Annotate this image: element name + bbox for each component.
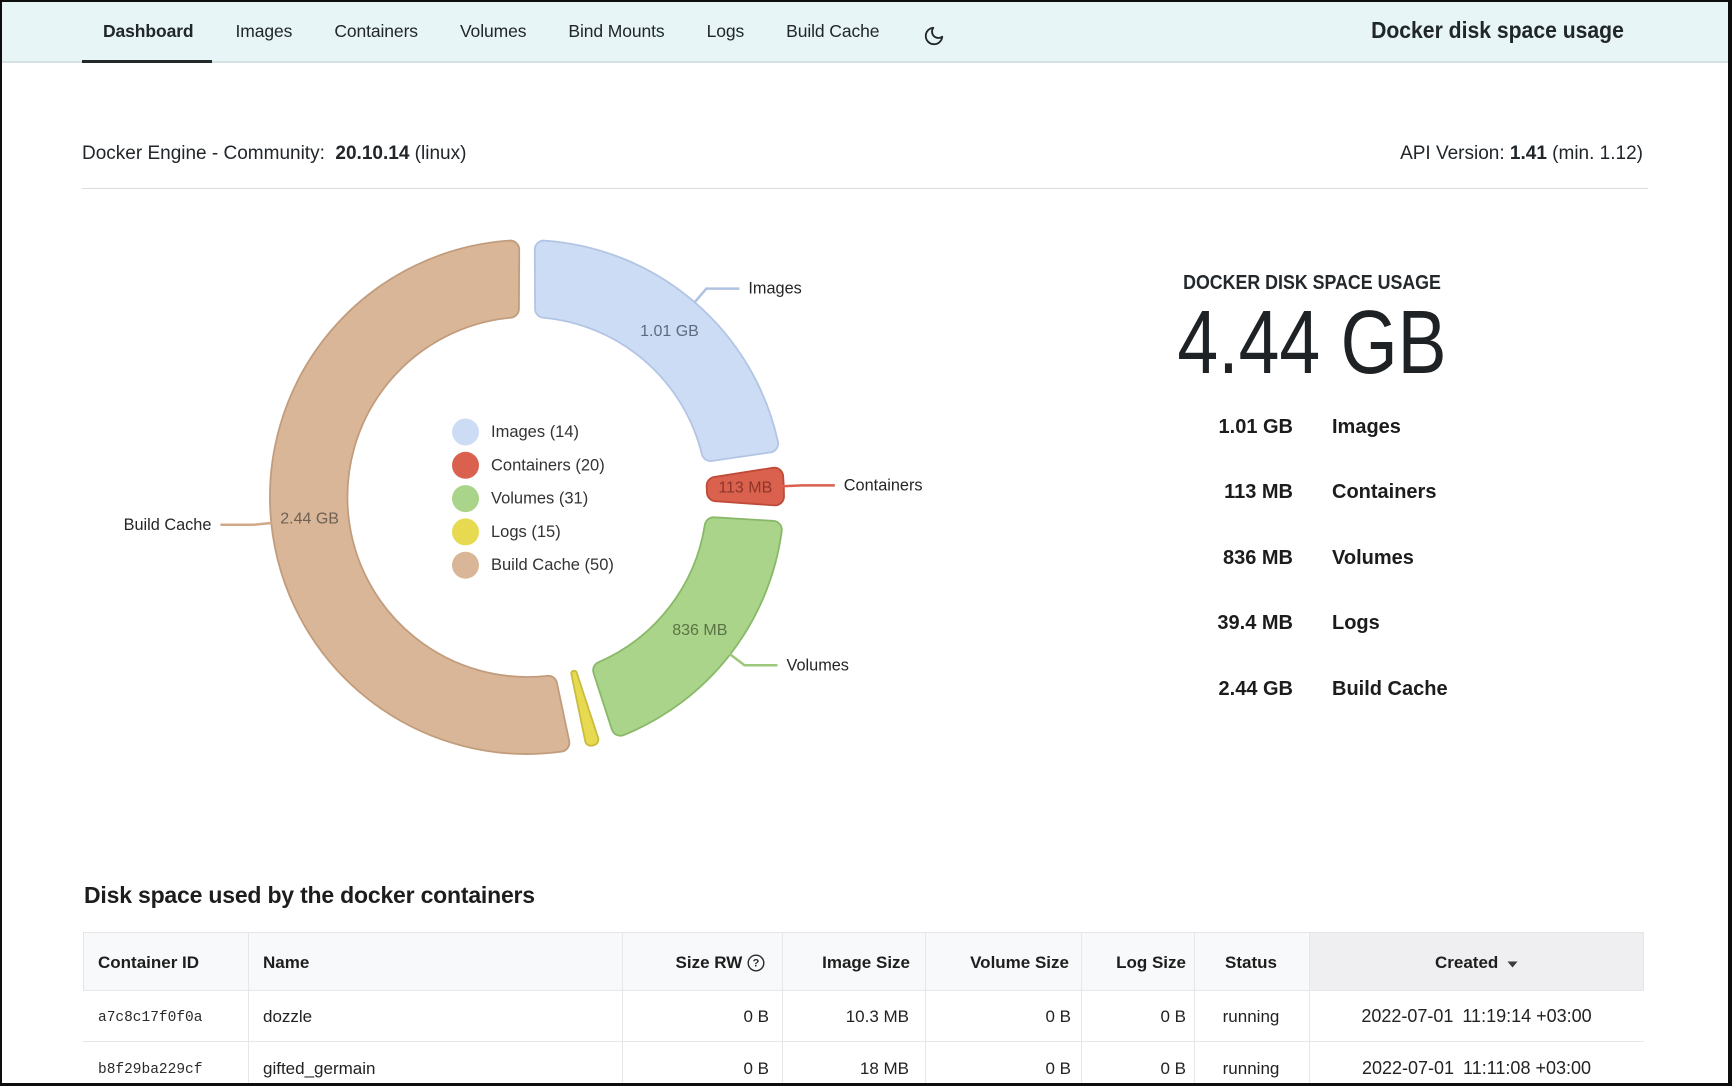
svg-text:2.44 GB: 2.44 GB	[280, 511, 339, 528]
svg-text:Images: Images	[748, 280, 801, 298]
svg-text:Images (14): Images (14)	[491, 423, 579, 441]
svg-text:1.01 GB: 1.01 GB	[640, 323, 699, 340]
svg-text:Logs (15): Logs (15)	[491, 523, 561, 541]
svg-text:Build Cache: Build Cache	[124, 516, 212, 534]
svg-text:Containers (20): Containers (20)	[491, 456, 605, 474]
svg-text:Build Cache (50): Build Cache (50)	[491, 556, 614, 574]
svg-text:Containers: Containers	[844, 476, 923, 494]
svg-text:836 MB: 836 MB	[672, 622, 727, 639]
svg-text:?: ?	[753, 957, 760, 969]
svg-text:Volumes: Volumes	[787, 656, 849, 674]
svg-text:113 MB: 113 MB	[718, 479, 772, 496]
svg-text:Volumes (31): Volumes (31)	[491, 490, 588, 508]
